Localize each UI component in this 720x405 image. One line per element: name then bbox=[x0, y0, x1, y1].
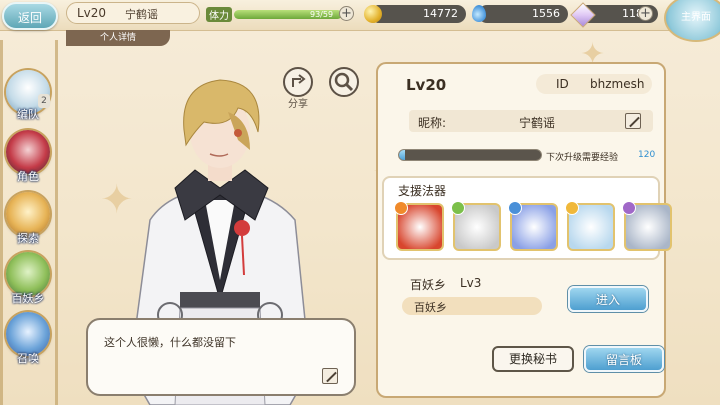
tab-profile-details[interactable]: 个人详情 bbox=[66, 30, 170, 46]
jade-drop-icon bbox=[472, 5, 486, 22]
zoom-view-button[interactable] bbox=[329, 67, 359, 97]
id-value: bhzmesh bbox=[590, 77, 645, 91]
jade-counter: 1556 bbox=[478, 5, 568, 23]
stamina-meter: 体力 93/59 bbox=[206, 5, 352, 23]
main-menu-button[interactable]: 主界面 bbox=[664, 0, 720, 42]
share-button[interactable] bbox=[283, 67, 313, 97]
edit-nickname-icon[interactable] bbox=[625, 113, 641, 129]
share-icon bbox=[292, 74, 306, 87]
realm-name-bar: 百妖乡 bbox=[402, 297, 542, 315]
element-badge-icon bbox=[622, 201, 636, 215]
nav-characters-label[interactable]: 角色 bbox=[0, 168, 56, 184]
element-badge-icon bbox=[508, 201, 522, 215]
add-crystal-button[interactable]: + bbox=[638, 6, 653, 21]
realm-level: Lv3 bbox=[460, 276, 482, 290]
id-label: ID bbox=[556, 77, 569, 91]
red-lantern-icon[interactable] bbox=[394, 201, 444, 251]
nickname-value: 宁鹤谣 bbox=[519, 116, 556, 130]
spirit-blade-icon[interactable] bbox=[508, 201, 558, 251]
twin-sword-icon[interactable] bbox=[622, 201, 672, 251]
player-level: Lv20 bbox=[77, 6, 107, 20]
realm-name: 百妖乡 bbox=[410, 278, 447, 292]
exp-value: 120 bbox=[638, 150, 656, 160]
coin-value: 14772 bbox=[423, 7, 458, 20]
mirror-icon[interactable] bbox=[565, 201, 615, 251]
nickname-row: 昵称: 宁鹤谣 bbox=[409, 110, 653, 132]
nav-summon-label[interactable]: 召唤 bbox=[0, 350, 56, 366]
player-level-name: Lv20 宁鹤谣 bbox=[66, 2, 200, 24]
edit-signature-icon[interactable] bbox=[322, 368, 338, 384]
support-artifacts-title: 支援法器 bbox=[398, 184, 447, 198]
share-label[interactable]: 分享 bbox=[283, 95, 313, 110]
element-badge-icon bbox=[565, 201, 579, 215]
nav-team-label[interactable]: 编队 bbox=[0, 106, 56, 122]
magnifier-icon bbox=[334, 72, 354, 92]
crossbow-icon[interactable] bbox=[451, 201, 501, 251]
side-nav: 2 编队 角色 探索 百妖乡 召唤 bbox=[0, 54, 58, 405]
exp-label: 下次升级需要经验 bbox=[546, 153, 619, 163]
message-board-button[interactable]: 留言板 bbox=[584, 346, 664, 372]
stamina-value: 93/59 bbox=[310, 10, 334, 19]
main-menu-label: 主界面 bbox=[681, 12, 711, 23]
nav-explore-label[interactable]: 探索 bbox=[0, 230, 56, 246]
stamina-label: 体力 bbox=[206, 7, 232, 22]
realm-bar-label: 百妖乡 bbox=[414, 301, 447, 314]
element-badge-icon bbox=[451, 201, 465, 215]
jade-value: 1556 bbox=[532, 7, 560, 20]
back-button[interactable]: 返回 bbox=[2, 2, 58, 30]
add-stamina-button[interactable]: + bbox=[339, 6, 354, 21]
nav-yokai-village-label[interactable]: 百妖乡 bbox=[0, 290, 56, 306]
coin-counter: 14772 bbox=[370, 5, 466, 23]
signature-text: 这个人很懒，什么都没留下 bbox=[104, 336, 236, 349]
exp-bar bbox=[398, 149, 542, 161]
player-name: 宁鹤谣 bbox=[125, 8, 158, 21]
enter-button[interactable]: 进入 bbox=[568, 286, 648, 312]
nickname-label: 昵称: bbox=[418, 116, 447, 130]
player-id-box: ID bhzmesh bbox=[536, 74, 652, 94]
coin-icon bbox=[364, 5, 382, 23]
exp-fill bbox=[399, 150, 405, 160]
change-secretary-button[interactable]: 更换秘书 bbox=[492, 346, 574, 372]
signature-bubble: 这个人很懒，什么都没留下 bbox=[86, 318, 356, 396]
profile-level: Lv20 bbox=[406, 76, 447, 94]
element-badge-icon bbox=[394, 201, 408, 215]
